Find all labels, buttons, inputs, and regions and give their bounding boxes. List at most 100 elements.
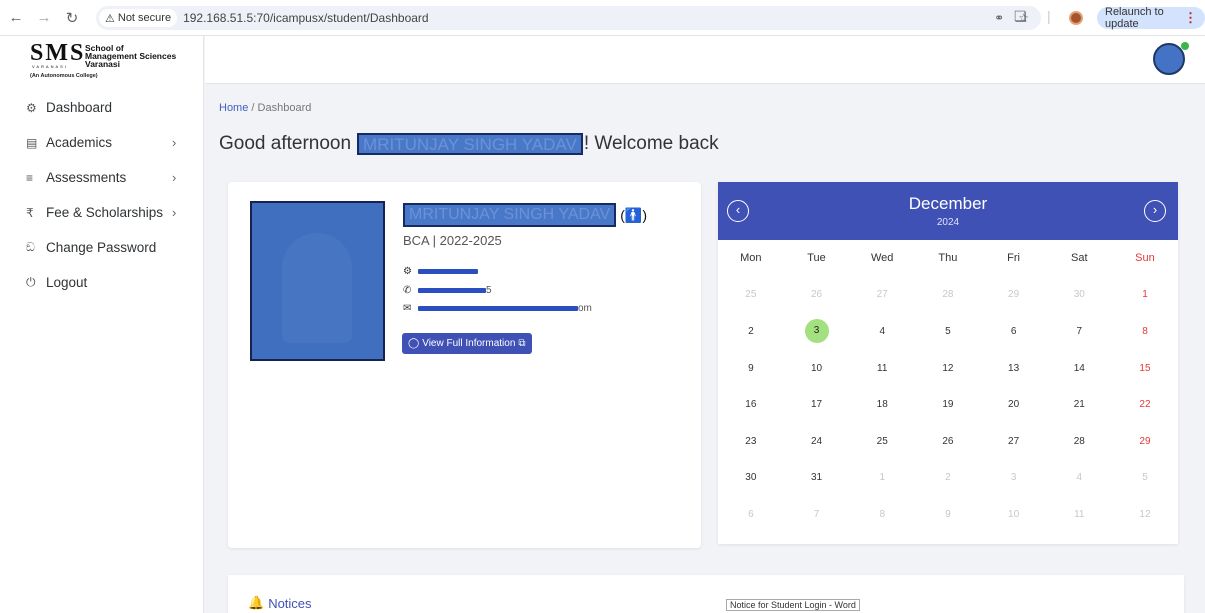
key-icon: ඞ [26, 240, 35, 254]
calendar-day[interactable]: 17 [784, 399, 850, 410]
sidebar-item-logout[interactable]: ⏻ Logout [0, 265, 204, 300]
phone-row: ✆ 5 [403, 285, 492, 296]
calendar-day[interactable]: 13 [981, 363, 1047, 374]
calendar-day[interactable]: 11 [1046, 509, 1112, 520]
calendar-day[interactable]: 5 [1112, 472, 1178, 483]
calendar-weekday-row: Mon Tue Wed Thu Fri Sat Sun [718, 240, 1178, 277]
calendar-day[interactable]: 7 [784, 509, 850, 520]
calendar-day[interactable]: 25 [718, 289, 784, 300]
calendar-day[interactable]: 30 [718, 472, 784, 483]
calendar-day[interactable]: 16 [718, 399, 784, 410]
calendar-day[interactable]: 23 [718, 436, 784, 447]
calendar-day[interactable]: 27 [981, 436, 1047, 447]
logo-college-name: School of Management Sciences Varanasi [85, 43, 177, 69]
sidebar-item-label: Fee & Scholarships [46, 205, 164, 220]
breadcrumb-home-link[interactable]: Home [219, 102, 248, 114]
calendar-day[interactable]: 5 [915, 326, 981, 337]
external-link-icon: ⧉ [518, 338, 526, 349]
notices-heading: 🔔 Notices [248, 595, 312, 611]
menu-dots-icon: ⋮ [1184, 10, 1197, 25]
calendar-day[interactable]: 9 [718, 363, 784, 374]
calendar-day[interactable]: 31 [784, 472, 850, 483]
calendar-day[interactable]: 28 [915, 289, 981, 300]
password-key-icon[interactable]: ⚭ [994, 11, 1004, 25]
toolbar-divider: | [1047, 8, 1051, 24]
chevron-right-icon[interactable]: › [1144, 200, 1166, 222]
sidebar-item-dashboard[interactable]: ⚙ Dashboard [0, 90, 204, 125]
calendar-day[interactable]: 28 [1046, 436, 1112, 447]
calendar-day[interactable]: 10 [981, 509, 1047, 520]
calendar-day[interactable]: 8 [849, 509, 915, 520]
calendar-weekday: Wed [871, 252, 894, 265]
calendar-day[interactable]: 10 [784, 363, 850, 374]
calendar-day[interactable]: 29 [1112, 436, 1178, 447]
view-full-information-button[interactable]: ◯ View Full Information ⧉ [402, 333, 532, 354]
calendar-day[interactable]: 1 [1112, 289, 1178, 300]
calendar-day[interactable]: 27 [849, 289, 915, 300]
calendar-day[interactable]: 2 [915, 472, 981, 483]
user-avatar[interactable] [1153, 43, 1185, 75]
cake-icon: ⚙ [403, 266, 412, 277]
url-text[interactable]: 192.168.51.5:70/icampusx/student/Dashboa… [183, 11, 429, 25]
calendar-day[interactable]: 14 [1046, 363, 1112, 374]
calendar-day[interactable]: 19 [915, 399, 981, 410]
calendar-day[interactable]: 12 [1112, 509, 1178, 520]
calendar-day[interactable]: 22 [1112, 399, 1178, 410]
notices-panel: 🔔 Notices Notice for Student Login - Wor… [228, 575, 1184, 613]
calendar-day[interactable]: 11 [849, 363, 915, 374]
greeting-student-name: MRITUNJAY SINGH YADAV [357, 133, 583, 155]
address-bar[interactable]: ⚠ Not secure 192.168.51.5:70/icampusx/st… [96, 6, 1041, 30]
student-name-row: MRITUNJAY SINGH YADAV (🚹) [403, 203, 647, 227]
forward-icon[interactable]: → [32, 6, 56, 30]
calendar-day[interactable]: 18 [849, 399, 915, 410]
notice-document-link[interactable]: Notice for Student Login - Word [726, 599, 860, 611]
warning-icon: ⚠ [105, 12, 115, 25]
profile-avatar-icon[interactable] [1069, 11, 1083, 25]
calendar-day[interactable]: 12 [915, 363, 981, 374]
redacted-email [418, 306, 578, 311]
relaunch-button[interactable]: Relaunch to update ⋮ [1097, 6, 1205, 30]
extensions-icon[interactable]: ❏ [1014, 8, 1027, 25]
dob-row: ⚙ [403, 266, 478, 277]
sidebar-item-change-password[interactable]: ඞ Change Password [0, 230, 204, 265]
calendar-day[interactable]: 15 [1112, 363, 1178, 374]
calendar-day[interactable]: 9 [915, 509, 981, 520]
reload-icon[interactable]: ↻ [60, 6, 84, 30]
breadcrumb: Home / Dashboard [219, 102, 311, 114]
sidebar-item-academics[interactable]: ▤ Academics › [0, 125, 204, 160]
calendar-day[interactable]: 4 [849, 326, 915, 337]
sidebar-item-label: Change Password [46, 240, 157, 255]
calendar-day[interactable]: 30 [1046, 289, 1112, 300]
calendar-day[interactable]: 20 [981, 399, 1047, 410]
relaunch-label: Relaunch to update [1105, 6, 1164, 30]
sidebar-item-assessments[interactable]: ≡ Assessments › [0, 160, 204, 195]
calendar-day[interactable]: 3 [981, 472, 1047, 483]
calendar-day[interactable]: 24 [784, 436, 850, 447]
calendar-day[interactable]: 26 [915, 436, 981, 447]
calendar-day-today[interactable]: 3 [784, 319, 850, 344]
calendar-day[interactable]: 6 [981, 326, 1047, 337]
back-icon[interactable]: ← [4, 6, 28, 30]
security-chip[interactable]: ⚠ Not secure [99, 9, 178, 27]
calendar-day[interactable]: 26 [784, 289, 850, 300]
calendar-day[interactable]: 29 [981, 289, 1047, 300]
sidebar-menu: ⚙ Dashboard ▤ Academics › ≡ Assessments … [0, 90, 204, 300]
calendar-day[interactable]: 1 [849, 472, 915, 483]
calendar-day[interactable]: 2 [718, 326, 784, 337]
calendar-widget: ‹ December 2024 › Mon Tue Wed Thu Fri Sat Sun 2… [718, 182, 1178, 544]
browser-toolbar: ← → ↻ ⚠ Not secure 192.168.51.5:70/icamp… [0, 0, 1205, 36]
email-suffix: om [578, 303, 592, 314]
sidebar-item-fee-scholarships[interactable]: ₹ Fee & Scholarships › [0, 195, 204, 230]
calendar-header: ‹ December 2024 › [718, 182, 1178, 240]
sidebar-item-label: Logout [46, 275, 88, 290]
calendar-day[interactable]: 8 [1112, 326, 1178, 337]
calendar-day[interactable]: 4 [1046, 472, 1112, 483]
chevron-right-icon: › [172, 205, 177, 220]
greeting-prefix: Good afternoon [219, 133, 352, 154]
rupee-icon: ₹ [26, 205, 34, 220]
calendar-day[interactable]: 21 [1046, 399, 1112, 410]
calendar-day[interactable]: 6 [718, 509, 784, 520]
calendar-day[interactable]: 7 [1046, 326, 1112, 337]
calendar-day[interactable]: 25 [849, 436, 915, 447]
college-logo[interactable]: SMS VARANASI School of Management Scienc… [30, 41, 190, 82]
